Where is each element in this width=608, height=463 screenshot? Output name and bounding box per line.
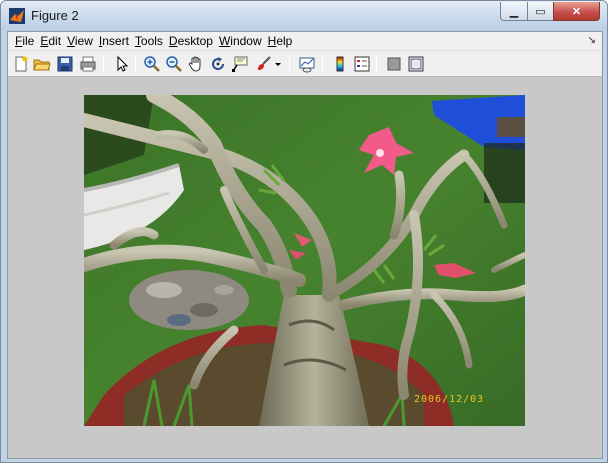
brush-icon[interactable]: [255, 55, 273, 73]
photo-date-stamp: 2006/12/03: [414, 394, 485, 405]
close-button[interactable]: ✕: [553, 2, 600, 21]
menu-access-key: I: [98, 33, 103, 48]
menu-access-key: H: [267, 33, 277, 48]
menu-bar: File Edit View Insert Tools Desktop Wind…: [8, 32, 602, 51]
toolbar-separator: [289, 56, 290, 72]
toolbar-separator: [103, 56, 104, 72]
menu-window[interactable]: Window: [216, 32, 265, 51]
menu-access-key: D: [168, 33, 178, 48]
rotate-3d-icon[interactable]: [209, 55, 227, 73]
menu-help[interactable]: Help: [265, 32, 296, 51]
brush-dropdown-icon[interactable]: [273, 55, 283, 73]
minimize-button[interactable]: ▁: [500, 2, 528, 21]
toolbar-separator: [135, 56, 136, 72]
pan-hand-icon[interactable]: [187, 55, 205, 73]
window-title: Figure 2: [31, 8, 79, 23]
legend-icon[interactable]: [353, 55, 371, 73]
link-plot-icon[interactable]: [298, 55, 316, 73]
photo-adenium-bonsai: [84, 95, 525, 426]
image-axes[interactable]: 2006/12/03: [84, 95, 525, 426]
title-bar[interactable]: Figure 2 ▁ ▭ ✕: [1, 1, 607, 31]
menu-access-key: T: [134, 33, 141, 48]
menu-view[interactable]: View: [64, 32, 96, 51]
figure-toolbar: [8, 51, 602, 77]
menu-desktop[interactable]: Desktop: [166, 32, 216, 51]
menu-edit[interactable]: Edit: [37, 32, 64, 51]
dock-arrow-icon[interactable]: ↘: [588, 35, 596, 46]
matlab-logo-icon: [9, 8, 25, 24]
open-file-icon[interactable]: [33, 55, 51, 73]
hide-plot-tools-icon[interactable]: [385, 55, 403, 73]
minimize-icon: ▁: [509, 5, 519, 18]
figure-client-area: File Edit View Insert Tools Desktop Wind…: [7, 31, 603, 459]
menu-access-key: F: [15, 33, 23, 48]
menu-file[interactable]: File: [12, 32, 37, 51]
colorbar-icon[interactable]: [331, 55, 349, 73]
menu-access-key: E: [40, 33, 49, 48]
menu-access-key: V: [67, 33, 75, 48]
edit-plot-pointer-icon[interactable]: [112, 55, 130, 73]
menu-tools[interactable]: Tools: [132, 32, 166, 51]
figure-window: Figure 2 ▁ ▭ ✕ File Edit View Insert Too…: [0, 0, 608, 463]
zoom-in-icon[interactable]: [143, 55, 161, 73]
new-figure-icon[interactable]: [12, 55, 30, 73]
toolbar-separator: [376, 56, 377, 72]
close-icon: ✕: [571, 5, 582, 18]
toolbar-separator: [322, 56, 323, 72]
save-icon[interactable]: [56, 55, 74, 73]
maximize-button[interactable]: ▭: [527, 2, 554, 21]
maximize-icon: ▭: [535, 5, 546, 18]
menu-access-key: W: [218, 33, 231, 48]
show-plot-tools-icon[interactable]: [407, 55, 425, 73]
zoom-out-icon[interactable]: [165, 55, 183, 73]
print-icon[interactable]: [79, 55, 97, 73]
data-cursor-icon[interactable]: [231, 55, 249, 73]
menu-insert[interactable]: Insert: [96, 32, 132, 51]
